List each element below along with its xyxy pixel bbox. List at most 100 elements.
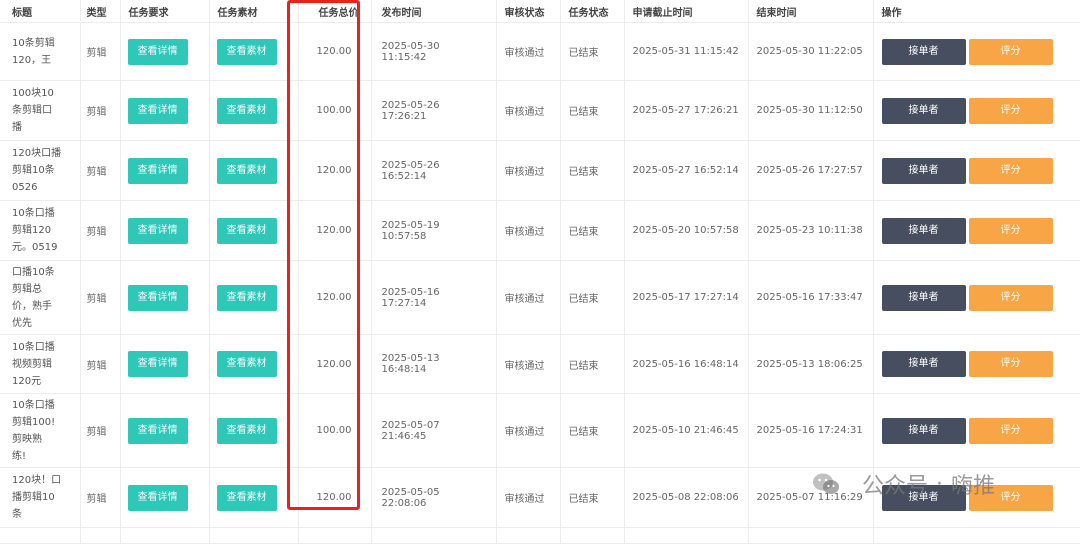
view-details-button[interactable]: 查看详情 xyxy=(127,217,188,244)
view-material-button[interactable]: 查看素材 xyxy=(216,217,277,244)
material-cell: 查看素材 xyxy=(209,22,299,81)
task-title: 10条口播 视频剪辑 120元 xyxy=(0,334,81,394)
view-material-button[interactable]: 查看素材 xyxy=(216,284,277,311)
material-cell: 查看素材 xyxy=(209,80,299,141)
publish-time: 2025-05-16 17:27:14 xyxy=(371,260,497,335)
rate-button[interactable]: 评分 xyxy=(968,157,1053,184)
taker-button[interactable]: 接单者 xyxy=(881,417,966,444)
review-status: 审核通过 xyxy=(496,393,561,468)
task-type: 剪辑 xyxy=(80,260,121,335)
view-details-button[interactable]: 查看详情 xyxy=(127,97,188,124)
watermark-separator: · xyxy=(936,471,944,497)
end-time: 2025-05-13 18:06:25 xyxy=(748,334,874,394)
taker-button[interactable]: 接单者 xyxy=(881,38,966,65)
task-title: 120块口播 剪辑10条 0526 xyxy=(0,140,81,201)
task-title: 120块！口 播剪辑10 条 xyxy=(0,467,81,528)
task-type: 剪辑 xyxy=(80,80,121,141)
view-material-button[interactable]: 查看素材 xyxy=(216,38,277,65)
rate-button[interactable]: 评分 xyxy=(968,351,1053,377)
task-status: 已结束 xyxy=(560,467,625,528)
empty-cell xyxy=(748,527,874,544)
total-price-highlight-box xyxy=(287,0,360,510)
view-material-button[interactable]: 查看素材 xyxy=(216,157,277,184)
apply-deadline: 2025-05-08 22:08:06 xyxy=(624,467,749,528)
review-status: 审核通过 xyxy=(496,334,561,394)
actions-cell: 接单者 评分 xyxy=(873,260,1080,335)
review-status: 审核通过 xyxy=(496,200,561,261)
header-task-status: 任务状态 xyxy=(560,0,625,23)
requirement-cell: 查看详情 xyxy=(120,80,210,141)
task-type: 剪辑 xyxy=(80,393,121,468)
header-material: 任务素材 xyxy=(209,0,299,23)
view-material-button[interactable]: 查看素材 xyxy=(216,417,277,444)
rate-button[interactable]: 评分 xyxy=(968,417,1053,444)
material-cell: 查看素材 xyxy=(209,393,299,468)
task-status: 已结束 xyxy=(560,393,625,468)
requirement-cell: 查看详情 xyxy=(120,467,210,528)
task-table: 标题 类型 任务要求 任务素材 任务总价 发布时间 审核状态 任务状态 申请截止… xyxy=(0,0,1080,544)
view-material-button[interactable]: 查看素材 xyxy=(216,97,277,124)
publish-time: 2025-05-26 16:52:14 xyxy=(371,140,497,201)
actions-cell: 接单者 评分 xyxy=(873,80,1080,141)
publish-time: 2025-05-13 16:48:14 xyxy=(371,334,497,394)
end-time: 2025-05-16 17:33:47 xyxy=(748,260,874,335)
task-status: 已结束 xyxy=(560,334,625,394)
view-details-button[interactable]: 查看详情 xyxy=(127,351,188,377)
apply-deadline: 2025-05-10 21:46:45 xyxy=(624,393,749,468)
header-apply-deadline: 申请截止时间 xyxy=(624,0,749,23)
apply-deadline: 2025-05-27 16:52:14 xyxy=(624,140,749,201)
rate-button[interactable]: 评分 xyxy=(968,217,1053,244)
requirement-cell: 查看详情 xyxy=(120,334,210,394)
apply-deadline: 2025-05-20 10:57:58 xyxy=(624,200,749,261)
table-row: 10条剪辑 120，王 剪辑 查看详情 查看素材 120.00 2025-05-30 11:… xyxy=(0,22,1080,81)
end-time: 2025-05-16 17:24:31 xyxy=(748,393,874,468)
end-time: 2025-05-26 17:27:57 xyxy=(748,140,874,201)
view-details-button[interactable]: 查看详情 xyxy=(127,284,188,311)
material-cell: 查看素材 xyxy=(209,200,299,261)
view-material-button[interactable]: 查看素材 xyxy=(216,484,277,511)
rate-button[interactable]: 评分 xyxy=(968,284,1053,311)
table-row: 10条口播 剪辑120 元。0519 剪辑 查看详情 查看素材 120.00 2025-05-… xyxy=(0,200,1080,261)
review-status: 审核通过 xyxy=(496,140,561,201)
view-details-button[interactable]: 查看详情 xyxy=(127,417,188,444)
requirement-cell: 查看详情 xyxy=(120,260,210,335)
empty-cell xyxy=(80,527,121,544)
material-cell: 查看素材 xyxy=(209,467,299,528)
task-status: 已结束 xyxy=(560,200,625,261)
review-status: 审核通过 xyxy=(496,80,561,141)
header-type: 类型 xyxy=(80,0,121,23)
table-row: 10条口播 视频剪辑 120元 剪辑 查看详情 查看素材 120.00 2025-05-13 … xyxy=(0,334,1080,394)
material-cell: 查看素材 xyxy=(209,334,299,394)
taker-button[interactable]: 接单者 xyxy=(881,157,966,184)
wechat-icon xyxy=(812,472,840,496)
end-time: 2025-05-30 11:22:05 xyxy=(748,22,874,81)
actions-cell: 接单者 评分 xyxy=(873,22,1080,81)
watermark-name: 嗨推 xyxy=(951,474,996,499)
view-details-button[interactable]: 查看详情 xyxy=(127,38,188,65)
table-row: 100块10 条剪辑口播剪辑 查看详情 查看素材 100.00 2025-05-26 17… xyxy=(0,80,1080,141)
empty-cell xyxy=(0,527,81,544)
task-title: 口播10条 剪辑总 价，熟手 优先 xyxy=(0,260,81,335)
empty-cell xyxy=(298,527,372,544)
end-time: 2025-05-23 10:11:38 xyxy=(748,200,874,261)
apply-deadline: 2025-05-27 17:26:21 xyxy=(624,80,749,141)
requirement-cell: 查看详情 xyxy=(120,22,210,81)
taker-button[interactable]: 接单者 xyxy=(881,284,966,311)
empty-cell xyxy=(209,527,299,544)
empty-cell xyxy=(496,527,561,544)
apply-deadline: 2025-05-31 11:15:42 xyxy=(624,22,749,81)
taker-button[interactable]: 接单者 xyxy=(881,351,966,377)
taker-button[interactable]: 接单者 xyxy=(881,217,966,244)
view-details-button[interactable]: 查看详情 xyxy=(127,157,188,184)
rate-button[interactable]: 评分 xyxy=(968,97,1053,124)
empty-cell xyxy=(371,527,497,544)
rate-button[interactable]: 评分 xyxy=(968,38,1053,65)
view-material-button[interactable]: 查看素材 xyxy=(216,351,277,377)
requirement-cell: 查看详情 xyxy=(120,140,210,201)
material-cell: 查看素材 xyxy=(209,260,299,335)
table-row: 口播10条 剪辑总 价，熟手 优先 剪辑 查看详情 查看素材 120.00 2025-05-16… xyxy=(0,260,1080,335)
task-type: 剪辑 xyxy=(80,22,121,81)
view-details-button[interactable]: 查看详情 xyxy=(127,484,188,511)
taker-button[interactable]: 接单者 xyxy=(881,97,966,124)
actions-cell: 接单者 评分 xyxy=(873,334,1080,394)
